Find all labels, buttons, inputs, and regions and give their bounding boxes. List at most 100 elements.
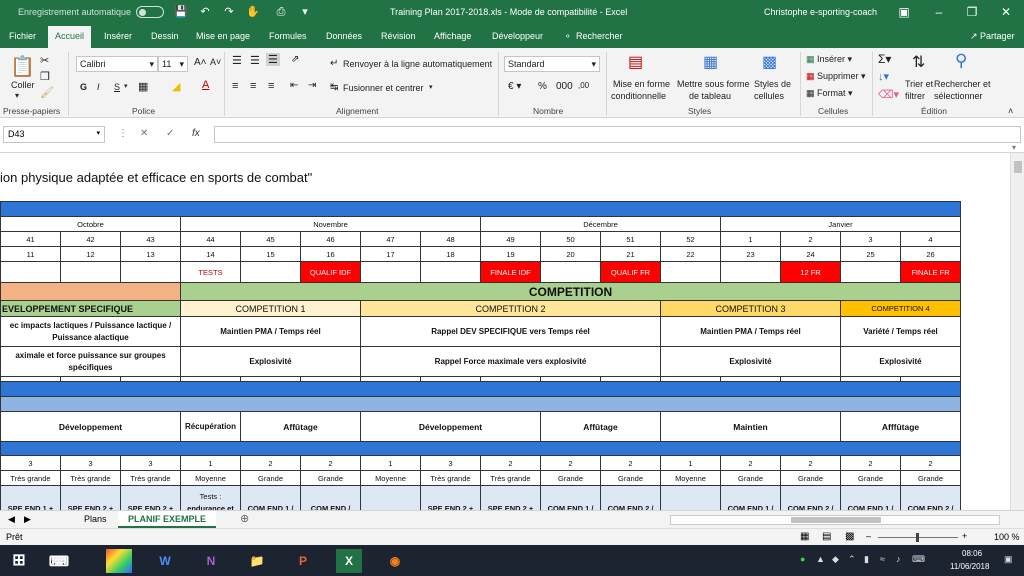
customize-qat-icon[interactable]: ▾	[298, 5, 312, 19]
intensity-cell[interactable]: Moyenne	[360, 470, 421, 486]
sheet-tab-planif-exemple[interactable]: PLANIF EXEMPLE	[118, 511, 217, 528]
week-index-cell[interactable]: 18	[420, 246, 481, 262]
event-cell[interactable]	[840, 261, 901, 283]
event-cell[interactable]	[420, 261, 481, 283]
level-cell[interactable]: 2	[780, 455, 841, 471]
format-as-table-button-l2[interactable]: de tableau	[689, 91, 731, 101]
find-select-button-l2[interactable]: sélectionner	[934, 91, 983, 101]
week-index-cell[interactable]: 16	[300, 246, 361, 262]
level-cell[interactable]: 2	[900, 455, 961, 471]
align-top-icon[interactable]: ☰	[232, 54, 242, 67]
find-select-button-l1[interactable]: Rechercher et	[934, 79, 991, 89]
month-cell[interactable]: Décembre	[480, 216, 721, 232]
currency-icon[interactable]: € ▾	[508, 81, 521, 92]
week-number-cell[interactable]: 48	[420, 231, 481, 247]
orientation-icon[interactable]: ⇗	[291, 54, 299, 65]
competition-cell[interactable]: COMPETITION 1	[180, 300, 361, 317]
conditional-format-button-l1[interactable]: Mise en forme	[613, 79, 670, 89]
clear-icon[interactable]: ⌫▾	[878, 88, 899, 101]
content-cell[interactable]: Variété / Temps réel	[840, 316, 961, 347]
sort-filter-icon[interactable]: ⇅	[912, 52, 925, 72]
minimize-icon[interactable]: –	[931, 4, 947, 20]
paste-button[interactable]: Coller	[11, 80, 35, 90]
session-content-cell[interactable]: SPE END 1 +	[0, 485, 61, 510]
italic-button[interactable]: I	[97, 82, 100, 92]
content-cell[interactable]: Maintien PMA / Temps réel	[660, 316, 841, 347]
percent-icon[interactable]: %	[538, 81, 547, 92]
level-cell[interactable]: 3	[0, 455, 61, 471]
week-index-cell[interactable]: 25	[840, 246, 901, 262]
intensity-cell[interactable]: Très grande	[480, 470, 541, 486]
level-cell[interactable]: 2	[540, 455, 601, 471]
session-content-cell[interactable]: COM END 1 /	[840, 485, 901, 510]
content-cell[interactable]: aximale et force puissance sur groupes s…	[0, 346, 181, 377]
level-cell[interactable]: 3	[60, 455, 121, 471]
number-format-select[interactable]: Standard ▾	[504, 56, 600, 72]
content-cell[interactable]: Rappel Force maximale vers explosivité	[360, 346, 661, 377]
intensity-cell[interactable]: Très grande	[60, 470, 121, 486]
cancel-icon[interactable]: ✕	[140, 128, 148, 139]
cycle-cell[interactable]: Afffûtage	[840, 411, 961, 442]
month-cell[interactable]: Octobre	[0, 216, 181, 232]
restore-icon[interactable]: ❐	[964, 4, 980, 20]
cell-styles-button-l1[interactable]: Styles de	[754, 79, 791, 89]
worksheet-grid[interactable]: ion physique adaptée et efficace en spor…	[0, 153, 1010, 510]
content-cell[interactable]: Maintien PMA / Temps réel	[180, 316, 361, 347]
conditional-format-button-l2[interactable]: conditionnelle	[611, 91, 666, 101]
align-left-icon[interactable]: ≡	[232, 80, 238, 92]
tab-fichier[interactable]: Fichier	[9, 31, 36, 41]
intensity-cell[interactable]: Grande	[900, 470, 961, 486]
save-icon[interactable]: 💾	[174, 5, 188, 19]
prev-sheet-icon[interactable]: ◀	[6, 511, 17, 528]
week-index-cell[interactable]: 13	[120, 246, 181, 262]
cycle-cell[interactable]: Récupération	[180, 411, 241, 442]
week-index-cell[interactable]: 20	[540, 246, 601, 262]
name-box[interactable]: D43 ▾	[3, 126, 105, 143]
content-cell[interactable]: Rappel DEV SPECIFIQUE vers Temps réel	[360, 316, 661, 347]
event-cell[interactable]: QUALIF FR	[600, 261, 661, 283]
session-content-cell[interactable]: COM END /	[300, 485, 361, 510]
intensity-cell[interactable]: Grande	[780, 470, 841, 486]
align-bottom-icon[interactable]: ☰	[266, 53, 280, 66]
intensity-cell[interactable]: Moyenne	[660, 470, 721, 486]
intensity-cell[interactable]: Très grande	[120, 470, 181, 486]
event-cell[interactable]: QUALIF IDF	[300, 261, 361, 283]
studio-app-icon[interactable]	[106, 549, 132, 573]
week-index-cell[interactable]: 12	[60, 246, 121, 262]
normal-view-icon[interactable]: ▦	[800, 531, 809, 542]
vertical-scrollbar[interactable]	[1010, 153, 1024, 510]
cycle-cell[interactable]: Affûtage	[540, 411, 661, 442]
print-icon[interactable]: ⎙	[274, 5, 288, 19]
week-number-cell[interactable]: 3	[840, 231, 901, 247]
event-cell[interactable]	[360, 261, 421, 283]
undo-icon[interactable]: ↶	[198, 5, 212, 19]
week-number-cell[interactable]: 43	[120, 231, 181, 247]
week-index-cell[interactable]: 26	[900, 246, 961, 262]
cycle-cell[interactable]: Développement	[0, 411, 181, 442]
zoom-slider-thumb[interactable]	[916, 533, 919, 542]
decrease-indent-icon[interactable]: ⇤	[290, 80, 298, 91]
horizontal-scrollbar[interactable]	[670, 515, 1000, 525]
intensity-cell[interactable]: Grande	[240, 470, 301, 486]
week-index-cell[interactable]: 14	[180, 246, 241, 262]
session-content-cell[interactable]	[660, 485, 721, 510]
scroll-thumb[interactable]	[1014, 161, 1022, 173]
phase-cell[interactable]: COMPETITION	[180, 282, 961, 301]
wrap-text-button[interactable]: Renvoyer à la ligne automatiquement	[343, 59, 492, 69]
formula-input[interactable]	[214, 126, 1021, 143]
delete-cells-label[interactable]: Supprimer	[817, 71, 859, 81]
format-cells-label[interactable]: Format	[817, 88, 846, 98]
enter-icon[interactable]: ✓	[166, 128, 174, 139]
expand-formula-icon[interactable]: ▾	[1012, 143, 1016, 152]
format-as-table-icon[interactable]: ▦	[703, 52, 718, 72]
paste-dropdown-icon[interactable]: ▾	[15, 91, 19, 100]
event-cell[interactable]	[660, 261, 721, 283]
tray-app-icon[interactable]: ●	[800, 554, 805, 564]
week-index-cell[interactable]: 15	[240, 246, 301, 262]
tab-revision[interactable]: Révision	[381, 31, 416, 41]
insert-cells-label[interactable]: Insérer	[817, 54, 845, 64]
ribbon-display-icon[interactable]: ▣	[896, 4, 912, 20]
session-content-cell[interactable]: Tests : endurance et	[180, 485, 241, 510]
level-cell[interactable]: 3	[420, 455, 481, 471]
cell-styles-button-l2[interactable]: cellules	[754, 91, 784, 101]
